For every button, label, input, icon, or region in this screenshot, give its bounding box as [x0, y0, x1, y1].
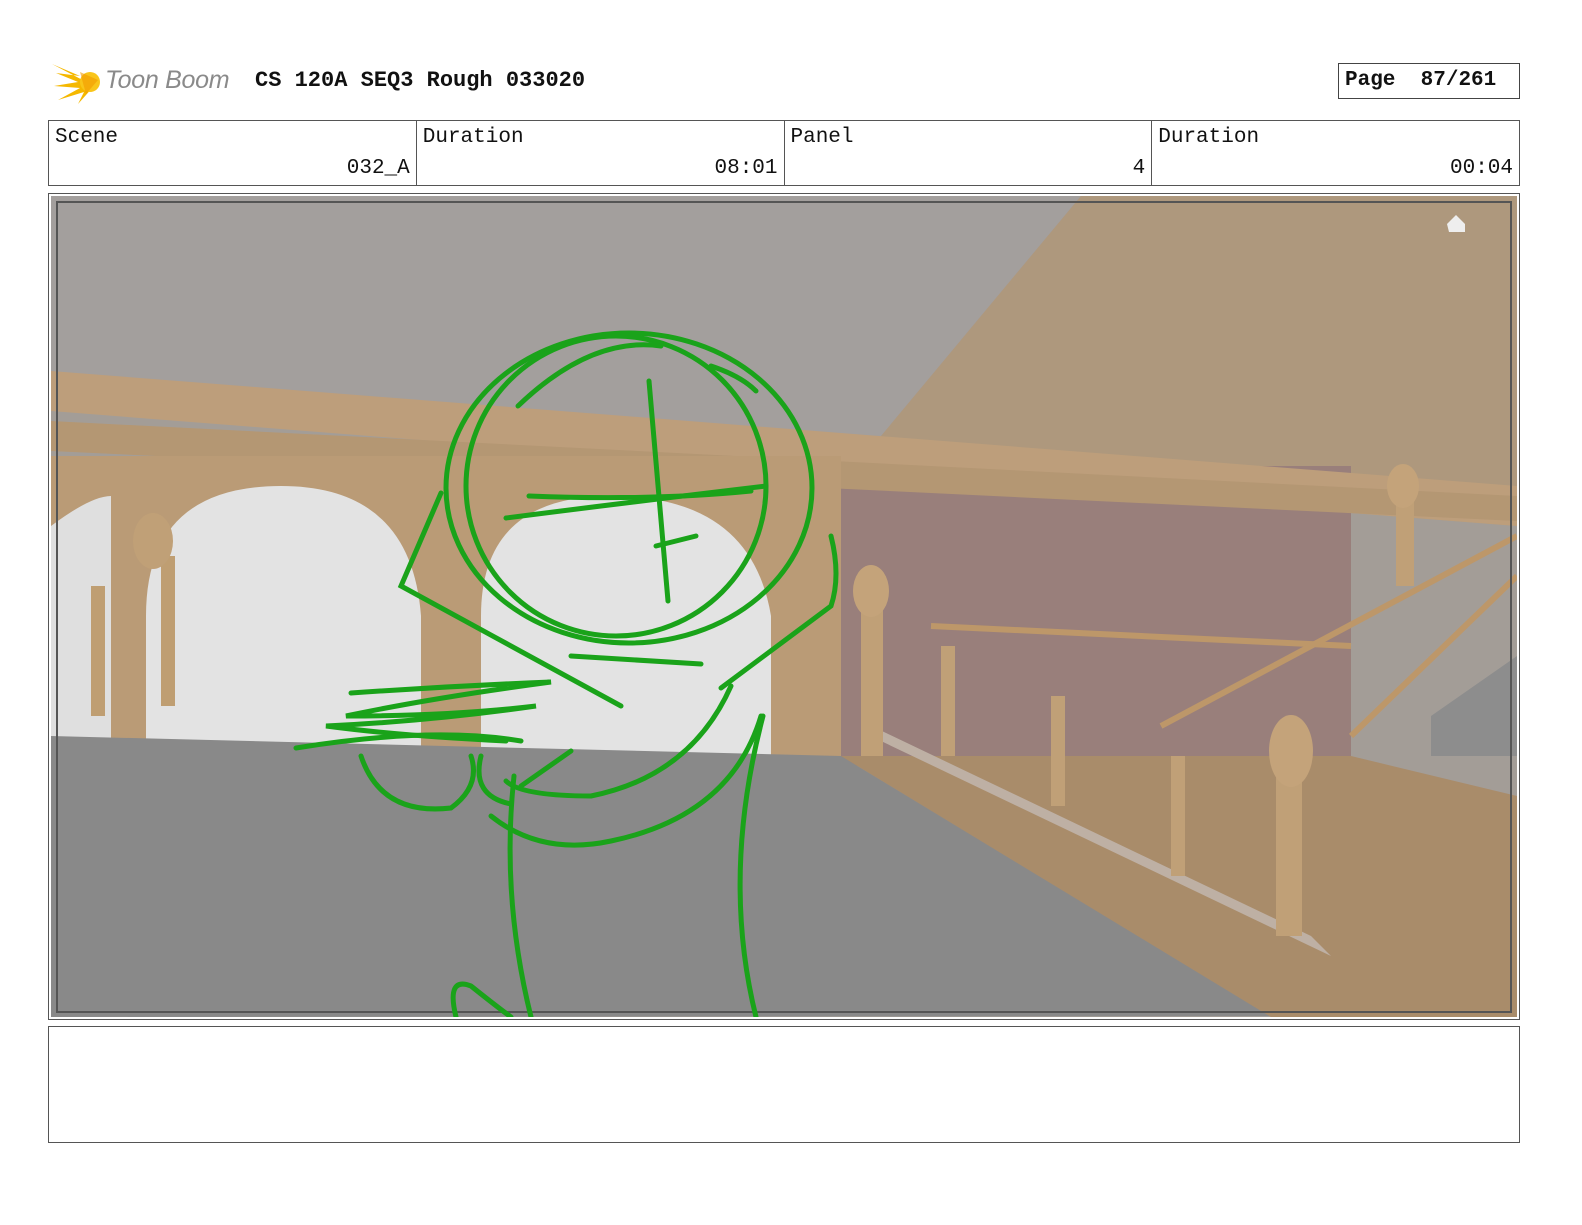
- panel-notes-box: [48, 1026, 1520, 1143]
- storyboard-panel-image: [48, 193, 1520, 1020]
- star-burst-icon: [52, 64, 100, 104]
- document-title: CS 120A SEQ3 Rough 033020: [255, 68, 586, 93]
- panel-duration-cell: Duration 00:04: [1152, 121, 1519, 185]
- scene-duration-cell: Duration 08:01: [417, 121, 785, 185]
- page-header: Toon Boom CS 120A SEQ3 Rough 033020 Page…: [48, 56, 1538, 108]
- page-number: 87/261: [1420, 69, 1497, 92]
- panel-info-row: Scene 032_A Duration 08:01 Panel 4 Durat…: [48, 120, 1520, 186]
- panel-duration-label: Duration: [1158, 126, 1260, 149]
- scene-cell: Scene 032_A: [49, 121, 417, 185]
- panel-value: 4: [1132, 157, 1146, 180]
- toon-boom-logo: Toon Boom: [50, 56, 240, 108]
- panel-duration-value: 00:04: [1449, 157, 1513, 180]
- storyboard-drawing: [51, 196, 1517, 1017]
- scene-value: 032_A: [346, 157, 410, 180]
- scene-label: Scene: [55, 126, 119, 149]
- scene-duration-value: 08:01: [714, 157, 778, 180]
- logo-text: Toon Boom: [105, 66, 230, 94]
- panel-cell: Panel 4: [785, 121, 1153, 185]
- page-indicator: Page 87/261: [1338, 63, 1520, 99]
- scene-duration-label: Duration: [422, 126, 524, 149]
- page-label: Page: [1345, 69, 1396, 92]
- panel-label: Panel: [790, 126, 854, 149]
